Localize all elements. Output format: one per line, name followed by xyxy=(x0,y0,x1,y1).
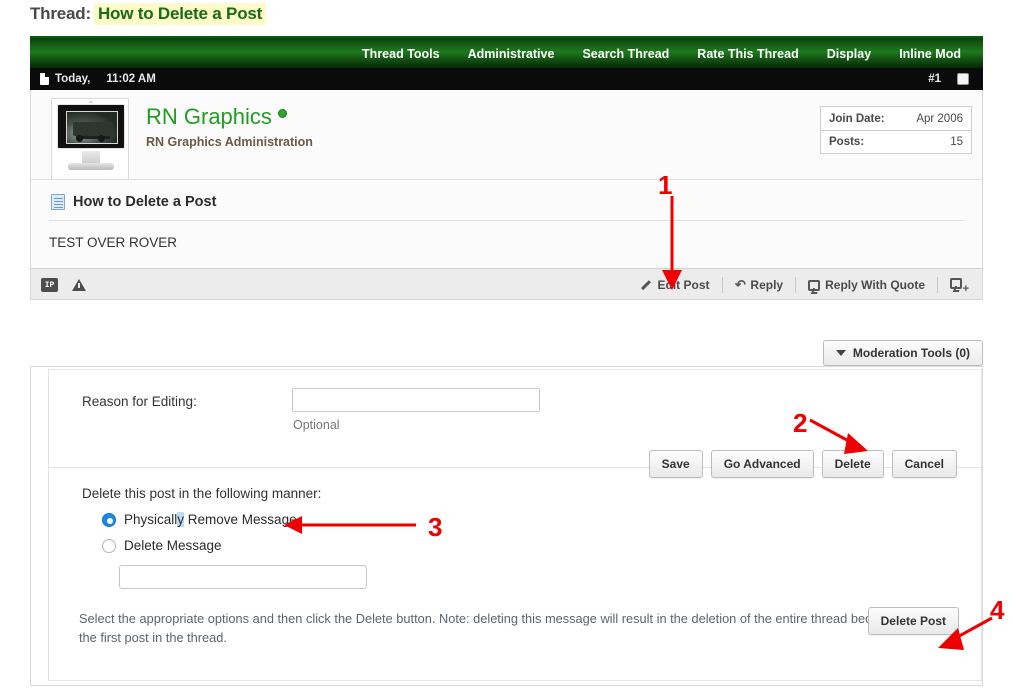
annotation-arrow-1 xyxy=(660,196,690,296)
user-stats-box: Join Date: Apr 2006 Posts: 15 xyxy=(820,106,972,154)
delete-message-option[interactable]: Delete Message xyxy=(102,538,981,553)
delete-reason-input[interactable] xyxy=(119,565,367,589)
post-block: Thread Tools Administrative Search Threa… xyxy=(30,36,983,300)
reply-with-quote-link[interactable]: Reply With Quote xyxy=(796,278,937,292)
nav-administrative[interactable]: Administrative xyxy=(454,38,569,70)
monitor-base-icon xyxy=(68,163,114,170)
reason-for-editing-label: Reason for Editing: xyxy=(82,394,197,409)
nav-inline-mod[interactable]: Inline Mod xyxy=(885,38,975,70)
moderation-tools-button[interactable]: Moderation Tools (0) xyxy=(823,340,983,366)
post-action-toolbar: IP Edit Post ↷ Reply Reply With Quote xyxy=(30,268,983,300)
post-meta-bar: Today, 11:02 AM #1 xyxy=(30,68,983,90)
post-user-row: RN Graphics RN Graphics Administration J… xyxy=(30,90,983,179)
multi-quote-button[interactable]: + xyxy=(938,278,974,292)
post-icon xyxy=(51,194,65,210)
post-title: How to Delete a Post xyxy=(73,194,216,210)
delete-message-radio[interactable] xyxy=(102,539,116,553)
physically-remove-message-option[interactable]: Physically Remove Message xyxy=(102,512,981,527)
edit-panel-inner: Reason for Editing: Optional Save Go Adv… xyxy=(48,369,982,681)
reply-with-quote-label: Reply With Quote xyxy=(825,278,925,292)
moderation-tools-label: Moderation Tools (0) xyxy=(853,346,970,360)
thread-name: How to Delete a Post xyxy=(94,3,266,25)
reply-link[interactable]: ↷ Reply xyxy=(723,277,796,293)
annotation-arrow-3 xyxy=(284,514,419,538)
quote-icon xyxy=(808,280,820,291)
quote-plus-icon: + xyxy=(950,278,962,292)
annotation-arrow-4 xyxy=(932,618,1000,658)
join-date-label: Join Date: xyxy=(829,113,885,125)
physically-remove-message-radio[interactable] xyxy=(102,513,116,527)
username-text: RN Graphics xyxy=(146,104,272,129)
webcam-dot-icon xyxy=(90,101,92,103)
chevron-down-icon xyxy=(836,350,846,356)
post-title-row: How to Delete a Post xyxy=(47,194,966,210)
thread-label: Thread: xyxy=(30,4,91,23)
document-icon xyxy=(40,73,49,85)
physically-remove-message-label: Physically Remove Message xyxy=(124,512,297,527)
post-number[interactable]: #1 xyxy=(928,68,941,90)
reply-arrow-icon: ↷ xyxy=(735,277,746,293)
post-select-checkbox[interactable] xyxy=(957,73,969,85)
quote-icon xyxy=(950,278,962,289)
stat-row-posts: Posts: 15 xyxy=(821,130,971,153)
delete-options-heading: Delete this post in the following manner… xyxy=(82,486,981,501)
post-date-info: Today, 11:02 AM xyxy=(40,68,156,90)
delete-note-text: Select the appropriate options and then … xyxy=(79,609,951,647)
stat-row-join-date: Join Date: Apr 2006 xyxy=(821,107,971,130)
reply-label: Reply xyxy=(750,278,783,292)
land-rover-photo xyxy=(66,111,118,144)
edit-post-panel: Reason for Editing: Optional Save Go Adv… xyxy=(30,366,983,686)
nav-display[interactable]: Display xyxy=(813,38,885,70)
posts-value: 15 xyxy=(950,136,963,148)
online-status-icon xyxy=(278,109,287,118)
annotation-number-3: 3 xyxy=(428,512,442,543)
post-title-divider xyxy=(49,220,964,221)
nav-rate-this-thread[interactable]: Rate This Thread xyxy=(683,38,812,70)
nav-search-thread[interactable]: Search Thread xyxy=(568,38,683,70)
user-title: RN Graphics Administration xyxy=(146,135,313,149)
avatar[interactable] xyxy=(51,98,129,180)
reason-optional-hint: Optional xyxy=(293,418,340,432)
delete-options-section: Delete this post in the following manner… xyxy=(49,468,981,647)
post-time: 11:02 AM xyxy=(106,68,155,90)
post-tools-left: IP xyxy=(41,269,86,301)
annotation-number-2: 2 xyxy=(793,408,807,439)
report-warning-icon[interactable] xyxy=(72,279,86,291)
delete-message-label: Delete Message xyxy=(124,538,222,553)
annotation-arrow-2 xyxy=(810,420,880,465)
reason-for-editing-input[interactable] xyxy=(292,388,540,412)
username[interactable]: RN Graphics xyxy=(146,104,287,130)
plus-icon: + xyxy=(963,283,969,295)
monitor-screen-icon xyxy=(57,104,125,149)
page-title: Thread:How to Delete a Post xyxy=(30,4,266,24)
post-content: TEST OVER ROVER xyxy=(47,235,966,250)
posts-label: Posts: xyxy=(829,136,864,148)
nav-thread-tools[interactable]: Thread Tools xyxy=(348,38,454,70)
post-body: How to Delete a Post TEST OVER ROVER xyxy=(30,179,983,268)
page-root: Thread:How to Delete a Post Thread Tools… xyxy=(0,0,1013,700)
ip-icon[interactable]: IP xyxy=(41,278,58,292)
pencil-icon xyxy=(641,279,653,291)
post-date: Today, xyxy=(55,68,90,90)
thread-navbar: Thread Tools Administrative Search Threa… xyxy=(30,36,983,68)
thread-nav-links: Thread Tools Administrative Search Threa… xyxy=(348,38,975,70)
join-date-value: Apr 2006 xyxy=(916,113,963,125)
